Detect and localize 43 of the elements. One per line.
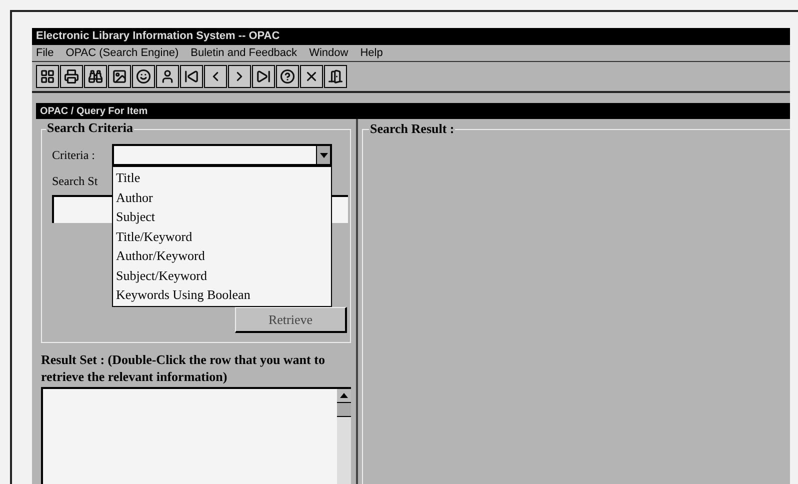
toolbar-button[interactable]	[324, 65, 347, 88]
vertical-scrollbar[interactable]	[337, 389, 351, 484]
scroll-thumb[interactable]	[337, 403, 351, 417]
toolbar-button[interactable]	[60, 65, 83, 88]
dropdown-option[interactable]: Subject/Keyword	[113, 266, 331, 285]
result-set-instruction: Result Set : (Double-Click the row that you want to retrieve the relevant information)	[41, 351, 326, 385]
printer-icon	[64, 69, 79, 84]
menu-item[interactable]: Help	[360, 44, 383, 62]
first-record-icon	[184, 69, 199, 84]
menu-item[interactable]: File	[36, 44, 54, 62]
toolbar-button[interactable]	[204, 65, 227, 88]
toolbar-button[interactable]	[156, 65, 179, 88]
help-icon	[280, 69, 295, 84]
dropdown-option[interactable]: Title	[113, 168, 331, 188]
dropdown-option[interactable]: Author/Keyword	[113, 246, 331, 266]
search-string-label: Search St	[52, 173, 98, 190]
dropdown-option[interactable]: Title/Keyword	[113, 226, 331, 246]
toolbar-button[interactable]	[252, 65, 275, 88]
close-icon	[304, 69, 319, 84]
toolbar-button[interactable]	[132, 65, 155, 88]
menu-item[interactable]: Buletin and Feedback	[190, 44, 298, 62]
menu-item[interactable]: Window	[309, 44, 348, 62]
binoculars-icon	[88, 69, 103, 84]
last-record-icon	[256, 69, 271, 84]
dropdown-option[interactable]: Keywords Using Boolean	[113, 285, 331, 304]
criteria-label: Criteria :	[52, 147, 96, 164]
image-icon	[112, 69, 127, 84]
toolbar-button[interactable]	[180, 65, 203, 88]
retrieve-button[interactable]: Retrieve	[235, 307, 347, 333]
toolbar-button[interactable]	[228, 65, 251, 88]
menu-item[interactable]: OPAC (Search Engine)	[66, 44, 179, 62]
toolbar-button[interactable]	[84, 65, 107, 88]
smiley-icon	[136, 69, 151, 84]
dropdown-option[interactable]: Subject	[113, 207, 331, 226]
toolbar-button[interactable]	[276, 65, 299, 88]
window-title: Electronic Library Information System -- OPAC	[36, 29, 280, 44]
toolbar-button[interactable]	[300, 65, 323, 88]
person-icon	[160, 69, 175, 84]
toolbar-button[interactable]	[108, 65, 131, 88]
dropdown-option[interactable]: Author	[113, 188, 331, 207]
toolbar-button[interactable]	[36, 65, 59, 88]
exit-door-icon	[328, 69, 343, 84]
child-window-title: OPAC / Query For Item	[40, 104, 148, 118]
